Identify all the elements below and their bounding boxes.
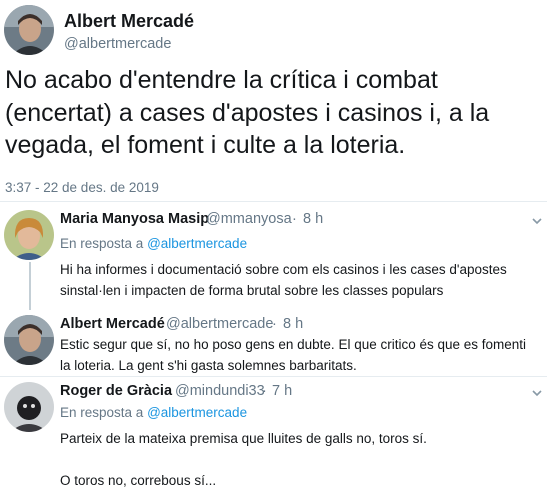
main-tweet-text: No acabo d'entendre la crítica i combat … xyxy=(5,66,490,159)
reply-author-handle[interactable]: @mmanyosa xyxy=(206,211,292,227)
reply-text-continued: O toros no, correbous sí... xyxy=(60,473,217,488)
thread-line xyxy=(29,262,31,310)
reply-text: Parteix de la mateixa premisa que lluite… xyxy=(60,431,427,446)
divider xyxy=(0,201,547,202)
reply-prefix: En resposta a xyxy=(60,405,144,420)
reply-author-name[interactable]: Albert Mercadé xyxy=(60,316,165,332)
reply-to-link[interactable]: @albertmercade xyxy=(147,236,247,251)
main-tweet-timestamp[interactable]: 3:37 - 22 de des. de 2019 xyxy=(5,180,159,195)
reply-age[interactable]: 8 h xyxy=(283,316,303,332)
chevron-down-icon[interactable] xyxy=(531,214,543,226)
divider xyxy=(0,376,547,377)
reply-author-handle[interactable]: @albertmercade xyxy=(166,316,273,332)
meta-separator: · xyxy=(292,211,297,227)
main-author-name[interactable]: Albert Mercadé xyxy=(64,11,194,32)
main-author-avatar[interactable] xyxy=(4,5,54,55)
reply-context: En resposta a @albertmercade xyxy=(60,236,247,251)
reply-text: Estic segur que sí, no ho poso gens en d… xyxy=(60,337,527,373)
reply-avatar-albert[interactable] xyxy=(4,315,54,365)
chevron-down-icon[interactable] xyxy=(531,386,543,398)
reply-avatar-roger[interactable] xyxy=(4,382,54,432)
reply-avatar-maria[interactable] xyxy=(4,210,54,260)
reply-age[interactable]: 8 h xyxy=(303,211,323,227)
reply-text: Hi ha informes i documentació sobre com … xyxy=(60,262,507,298)
main-author-handle[interactable]: @albertmercade xyxy=(64,36,171,52)
reply-prefix: En resposta a xyxy=(60,236,144,251)
reply-age[interactable]: 7 h xyxy=(272,383,292,399)
meta-separator: · xyxy=(272,316,277,332)
reply-author-name[interactable]: Maria Manyosa Masip xyxy=(60,211,209,227)
reply-author-handle[interactable]: @mindundi33 xyxy=(175,383,265,399)
meta-separator: · xyxy=(262,383,267,399)
reply-to-link[interactable]: @albertmercade xyxy=(147,405,247,420)
reply-context: En resposta a @albertmercade xyxy=(60,405,247,420)
reply-author-name[interactable]: Roger de Gràcia xyxy=(60,383,172,399)
